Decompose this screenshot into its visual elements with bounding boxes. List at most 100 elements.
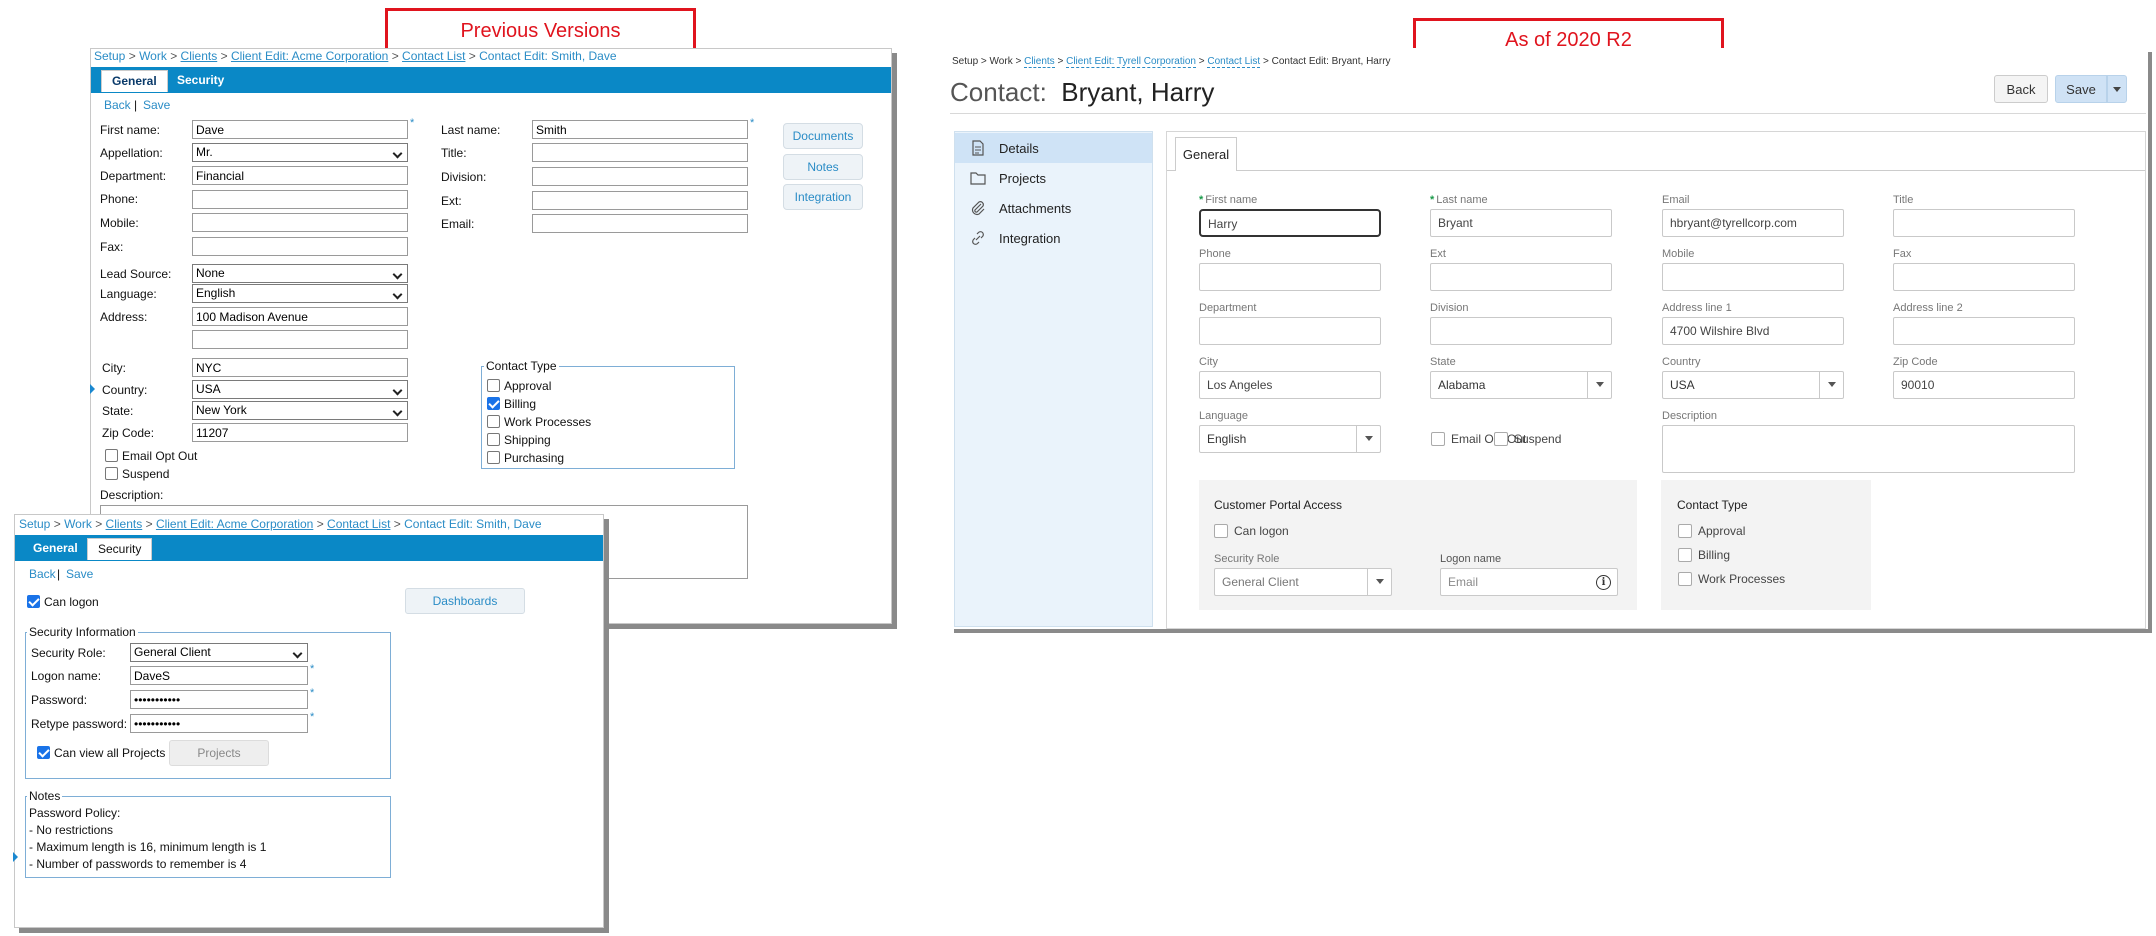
suspend-checkbox[interactable] — [105, 467, 118, 480]
breadcrumb-setup[interactable]: Setup — [952, 56, 978, 67]
can-view-all-projects-checkbox[interactable] — [37, 746, 50, 759]
email-opt-out-checkbox[interactable] — [105, 449, 118, 462]
can-logon-checkbox[interactable] — [27, 595, 40, 608]
department-input[interactable]: Financial — [192, 166, 408, 185]
tab-general[interactable]: General — [1175, 137, 1237, 171]
breadcrumb-contact-list[interactable]: Contact List — [1207, 56, 1261, 68]
last-name-input[interactable]: Bryant — [1430, 209, 1612, 237]
password-input[interactable]: ••••••••••• — [130, 690, 308, 709]
first-name-input[interactable]: Dave — [192, 120, 408, 139]
breadcrumb-setup[interactable]: Setup — [19, 517, 50, 531]
can-logon-checkbox[interactable] — [1214, 524, 1228, 538]
city-input[interactable]: Los Angeles — [1199, 371, 1381, 399]
email-input[interactable]: hbryant@tyrellcorp.com — [1662, 209, 1844, 237]
breadcrumb-contact-list[interactable]: Contact List — [327, 517, 390, 531]
projects-button[interactable]: Projects — [169, 740, 269, 766]
sidebar-item-projects[interactable]: Projects — [955, 163, 1152, 193]
email-opt-out-checkbox[interactable] — [1431, 432, 1445, 446]
fax-input[interactable] — [1893, 263, 2075, 291]
breadcrumb-setup[interactable]: Setup — [94, 49, 125, 63]
ext-input[interactable] — [1430, 263, 1612, 291]
billing-checkbox[interactable] — [1678, 548, 1692, 562]
title-input[interactable] — [1893, 209, 2075, 237]
back-link[interactable]: Back — [104, 98, 131, 112]
appellation-select[interactable]: Mr. — [192, 143, 408, 162]
tab-security[interactable]: Security — [87, 538, 153, 560]
email-input[interactable] — [532, 214, 748, 233]
save-link[interactable]: Save — [66, 567, 93, 581]
language-select[interactable]: English — [192, 284, 408, 303]
sidebar-item-integration[interactable]: Integration — [955, 223, 1152, 253]
save-button[interactable]: Save — [2055, 75, 2107, 103]
zip-input[interactable]: 11207 — [192, 423, 408, 442]
address-line1-input[interactable]: 4700 Wilshire Blvd — [1662, 317, 1844, 345]
chevron-down-icon — [1587, 372, 1611, 398]
first-name-input[interactable]: Harry — [1199, 209, 1381, 237]
country-select[interactable]: USA — [192, 380, 408, 399]
title-input[interactable] — [532, 143, 748, 162]
tab-general[interactable]: General — [23, 538, 88, 560]
breadcrumb-clients[interactable]: Clients — [106, 517, 143, 531]
info-icon[interactable]: i — [1596, 575, 1611, 590]
back-link[interactable]: Back — [29, 567, 56, 581]
sidebar-item-attachments[interactable]: Attachments — [955, 193, 1152, 223]
breadcrumb-client-edit[interactable]: Client Edit: Tyrell Corporation — [1066, 56, 1196, 68]
save-options-dropdown[interactable] — [2107, 75, 2127, 103]
mobile-input[interactable] — [192, 213, 408, 232]
country-select[interactable]: USA — [1662, 371, 1844, 399]
breadcrumb-work[interactable]: Work — [64, 517, 92, 531]
ext-input[interactable] — [532, 191, 748, 210]
breadcrumb-clients[interactable]: Clients — [181, 49, 218, 63]
security-role-select[interactable]: General Client — [130, 643, 308, 662]
city-input[interactable]: NYC — [192, 358, 408, 377]
tab-general[interactable]: General — [101, 70, 168, 92]
address-line1-input[interactable]: 100 Madison Avenue — [192, 307, 408, 326]
breadcrumb-contact-list[interactable]: Contact List — [402, 49, 465, 63]
work-processes-checkbox[interactable] — [1678, 572, 1692, 586]
back-button[interactable]: Back — [1994, 75, 2048, 103]
tab-security[interactable]: Security — [167, 70, 234, 92]
documents-button[interactable]: Documents — [783, 123, 863, 149]
shipping-checkbox[interactable] — [487, 433, 500, 446]
phone-input[interactable] — [1199, 263, 1381, 291]
state-select[interactable]: Alabama — [1430, 371, 1612, 399]
state-select[interactable]: New York — [192, 401, 408, 420]
notes-button[interactable]: Notes — [783, 154, 863, 180]
retype-password-input[interactable]: ••••••••••• — [130, 714, 308, 733]
billing-checkbox[interactable] — [487, 397, 500, 410]
phone-input[interactable] — [192, 190, 408, 209]
logon-name-input[interactable]: Email i — [1440, 568, 1618, 596]
breadcrumb-client-edit[interactable]: Client Edit: Acme Corporation — [231, 49, 388, 63]
last-name-input[interactable]: Smith — [532, 120, 748, 139]
state-value: Alabama — [1438, 378, 1486, 392]
save-link[interactable]: Save — [143, 98, 170, 112]
breadcrumb-work[interactable]: Work — [139, 49, 167, 63]
approval-checkbox[interactable] — [487, 379, 500, 392]
language-select[interactable]: English — [1199, 425, 1381, 453]
zip-code-input[interactable]: 90010 — [1893, 371, 2075, 399]
breadcrumb-work[interactable]: Work — [990, 56, 1013, 67]
address-line2-input[interactable] — [1893, 317, 2075, 345]
breadcrumb-client-edit[interactable]: Client Edit: Acme Corporation — [156, 517, 313, 531]
department-input[interactable] — [1199, 317, 1381, 345]
dashboards-button[interactable]: Dashboards — [405, 588, 525, 614]
division-input[interactable] — [532, 167, 748, 186]
security-role-select[interactable]: General Client — [1214, 568, 1392, 596]
purchasing-checkbox[interactable] — [487, 451, 500, 464]
shipping-label: Shipping — [504, 433, 551, 447]
title-label: Title: — [441, 146, 467, 160]
logon-name-input[interactable]: DaveS — [130, 666, 308, 685]
approval-checkbox[interactable] — [1678, 524, 1692, 538]
description-textarea[interactable] — [1662, 425, 2075, 473]
sidebar-item-details[interactable]: Details — [955, 133, 1152, 163]
work-processes-checkbox[interactable] — [487, 415, 500, 428]
lead-source-select[interactable]: None — [192, 264, 408, 283]
fax-input[interactable] — [192, 237, 408, 256]
address-line2-input[interactable] — [192, 330, 408, 349]
division-input[interactable] — [1430, 317, 1612, 345]
integration-button[interactable]: Integration — [783, 184, 863, 210]
breadcrumb-clients[interactable]: Clients — [1024, 56, 1055, 68]
mobile-input[interactable] — [1662, 263, 1844, 291]
suspend-checkbox[interactable] — [1494, 432, 1508, 446]
phone-label: Phone: — [100, 192, 139, 206]
